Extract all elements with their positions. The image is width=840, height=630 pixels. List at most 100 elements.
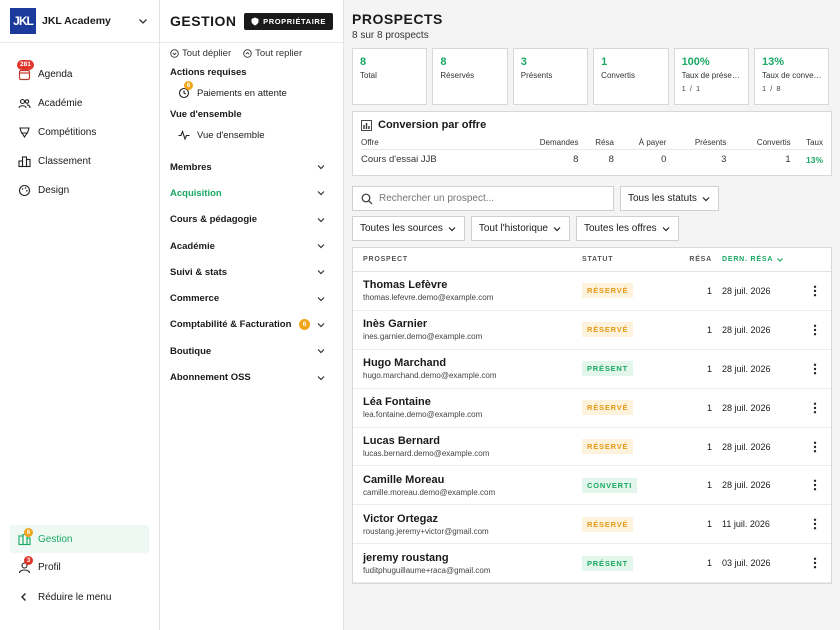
conversion-cell: 3	[721, 154, 727, 166]
chevron-down-icon	[139, 19, 147, 24]
conversion-row: Cours d'essai JJB 8 8 0 3 1 13%	[361, 150, 823, 170]
table-header: PROSPECT STATUT RÉSA DERN. RÉSA	[353, 248, 831, 272]
prospect-name[interactable]: Lucas Bernard	[363, 435, 582, 447]
prospect-name[interactable]: Victor Ortegaz	[363, 513, 582, 525]
chevron-down-icon	[317, 375, 325, 380]
prospect-name[interactable]: Léa Fontaine	[363, 396, 582, 408]
section-label: Cours & pédagogie	[170, 214, 258, 226]
row-menu-button[interactable]	[800, 285, 830, 297]
more-vertical-icon	[813, 402, 817, 414]
section-acquisition[interactable]: Acquisition	[160, 180, 343, 206]
row-menu-button[interactable]	[800, 363, 830, 375]
prospect-name[interactable]: Hugo Marchand	[363, 357, 582, 369]
chevron-down-icon	[448, 226, 456, 231]
status-badge: PRÉSENT	[582, 555, 634, 571]
activity-icon	[178, 129, 190, 141]
overview-item[interactable]: Vue d'ensemble	[160, 125, 343, 145]
col-last-resa-label: DERN. RÉSA	[722, 256, 774, 263]
table-row[interactable]: Camille Moreau camille.moreau.demo@exampl…	[353, 466, 831, 506]
chevron-down-icon	[553, 226, 561, 231]
conversion-cell: 13%	[805, 154, 823, 165]
status-badge: RÉSERVÉ	[582, 439, 634, 454]
collapse-menu-button[interactable]: Réduire le menu	[18, 591, 111, 603]
table-row[interactable]: Inès Garnier ines.garnier.demo@example.co…	[353, 311, 831, 350]
pending-payments-item[interactable]: 6 Paiements en attente	[160, 81, 343, 103]
section-comptabilit-facturation[interactable]: Comptabilité & Facturation 6	[160, 312, 343, 338]
section-commerce[interactable]: Commerce	[160, 285, 343, 311]
prospect-name[interactable]: jeremy roustang	[363, 552, 582, 564]
nav-item-design[interactable]: Design	[0, 176, 159, 205]
section-suivi-stats[interactable]: Suivi & stats	[160, 259, 343, 285]
stat-card: 1 Convertis	[593, 48, 669, 105]
col-last-resa-sort[interactable]: DERN. RÉSA	[722, 256, 800, 264]
section-boutique[interactable]: Boutique	[160, 338, 343, 364]
calendar-icon: 281	[17, 60, 34, 81]
pending-payments-badge: 6	[184, 81, 193, 90]
table-row[interactable]: jeremy roustang fuditphuguillaume+raca@gm…	[353, 544, 831, 584]
conversion-col-header: Demandes	[504, 138, 579, 150]
row-menu-button[interactable]	[800, 518, 830, 530]
row-menu-button[interactable]	[800, 557, 830, 569]
table-row[interactable]: Léa Fontaine lea.fontaine.demo@example.co…	[353, 389, 831, 428]
conversion-col-header: Offre	[361, 138, 505, 150]
offer-filter-dropdown[interactable]: Toutes les offres	[576, 216, 679, 241]
prospect-email: lea.fontaine.demo@example.com	[363, 410, 483, 420]
nav-item-profil[interactable]: 3 Profil	[10, 553, 149, 581]
prospect-cell: jeremy roustang fuditphuguillaume+raca@gm…	[353, 552, 582, 575]
section-cours-p-dagogie[interactable]: Cours & pédagogie	[160, 207, 343, 233]
row-menu-button[interactable]	[800, 479, 830, 491]
row-menu-button[interactable]	[800, 402, 830, 414]
brand-switcher[interactable]: JKL JKL Academy	[0, 0, 159, 43]
nav-item-gestion[interactable]: 6 Gestion	[10, 525, 149, 553]
chevron-down-icon	[317, 296, 325, 301]
search-input[interactable]	[379, 193, 599, 204]
page-title: PROSPECTS	[352, 11, 443, 27]
main-nav: 281 Agenda Académie Compétitions Classem…	[0, 43, 159, 205]
gestion-sections: Membres Acquisition Cours & pédagogie Acadé…	[160, 154, 343, 391]
history-filter-dropdown[interactable]: Tout l'historique	[470, 216, 570, 241]
nav-item-competitions[interactable]: Compétitions	[0, 118, 159, 147]
search-box[interactable]	[352, 186, 614, 211]
main-sidebar: JKL JKL Academy 281 Agenda Académie Comp…	[0, 0, 160, 630]
search-icon	[361, 193, 373, 204]
section-controls	[316, 267, 326, 277]
row-menu-button[interactable]	[800, 324, 830, 336]
resa-count: 1	[706, 519, 712, 530]
status-filter-dropdown[interactable]: Tous les statuts	[620, 186, 719, 211]
nav-item-agenda[interactable]: 281 Agenda	[0, 60, 159, 89]
stat-label: Total	[360, 71, 377, 80]
section-label: Membres	[170, 161, 212, 173]
collapse-all-button[interactable]: Tout replier	[243, 47, 302, 59]
prospect-email: thomas.lefevre.demo@example.com	[363, 293, 494, 303]
actions-heading: Actions requises	[170, 67, 247, 78]
collapse-label: Réduire le menu	[38, 591, 112, 603]
prospect-cell: Hugo Marchand hugo.marchand.demo@example.…	[353, 357, 582, 380]
dropdown-label: Tout l'historique	[478, 223, 548, 234]
stat-value: 8	[360, 56, 367, 68]
prospect-name[interactable]: Thomas Lefèvre	[363, 279, 582, 291]
nav-item-academie[interactable]: Académie	[0, 89, 159, 118]
owner-role-badge[interactable]: PROPRIÉTAIRE	[244, 12, 333, 30]
status-cell: PRÉSENT	[582, 555, 677, 571]
table-row[interactable]: Lucas Bernard lucas.bernard.demo@example.…	[353, 428, 831, 467]
brand-logo: JKL	[10, 8, 36, 34]
expand-all-button[interactable]: Tout déplier	[170, 47, 231, 59]
nav-item-classement[interactable]: Classement	[0, 147, 159, 176]
agenda-badge: 281	[17, 60, 34, 70]
table-row[interactable]: Hugo Marchand hugo.marchand.demo@example.…	[353, 350, 831, 389]
row-menu-button[interactable]	[800, 441, 830, 453]
prospect-name[interactable]: Inès Garnier	[363, 318, 582, 330]
source-filter-dropdown[interactable]: Toutes les sources	[352, 216, 465, 241]
section-abonnement-oss[interactable]: Abonnement OSS	[160, 364, 343, 390]
section-membres[interactable]: Membres	[160, 154, 343, 180]
section-controls	[316, 294, 326, 304]
section-acad-mie[interactable]: Académie	[160, 233, 343, 259]
chevron-left-icon	[21, 593, 26, 601]
table-body: Thomas Lefèvre thomas.lefevre.demo@exampl…	[353, 272, 831, 584]
prospect-name[interactable]: Camille Moreau	[363, 474, 582, 486]
chevron-down-icon	[317, 165, 325, 170]
table-row[interactable]: Thomas Lefèvre thomas.lefevre.demo@exampl…	[353, 272, 831, 311]
conversion-cell: 8	[608, 154, 614, 166]
prospect-cell: Thomas Lefèvre thomas.lefevre.demo@exampl…	[353, 279, 582, 302]
table-row[interactable]: Victor Ortegaz roustang.jeremy+victor@gma…	[353, 505, 831, 545]
